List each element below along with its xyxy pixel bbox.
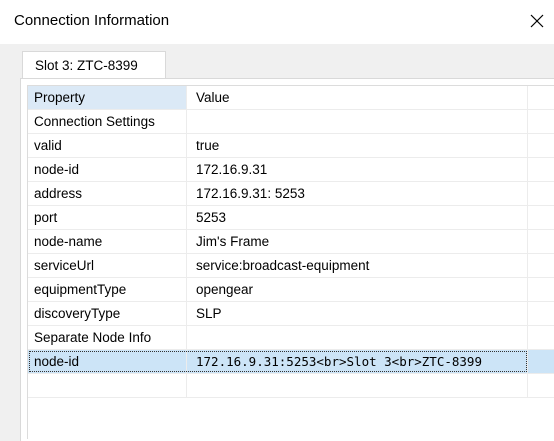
property-cell: discoveryType [28, 302, 187, 325]
spacer-cell [528, 254, 554, 277]
empty-cell [187, 374, 528, 397]
spacer-cell [528, 182, 554, 205]
table-row[interactable]: Separate Node Info [28, 326, 554, 350]
property-cell: equipmentType [28, 278, 187, 301]
empty-cell [528, 374, 554, 397]
dialog-client-area: Slot 3: ZTC-8399 Property Value Connecti… [0, 44, 554, 441]
window-title: Connection Information [14, 12, 170, 29]
close-button[interactable] [522, 6, 552, 36]
spacer-cell [528, 302, 554, 325]
property-cell: serviceUrl [28, 254, 187, 277]
property-cell: Separate Node Info [28, 326, 187, 349]
value-cell [187, 326, 528, 349]
table-row[interactable]: node-name Jim's Frame [28, 230, 554, 254]
property-cell: node-id [28, 350, 187, 373]
empty-row [28, 374, 554, 398]
property-grid[interactable]: Property Value Connection Settings valid t… [27, 85, 554, 439]
header-property[interactable]: Property [28, 86, 187, 109]
table-row[interactable]: port 5253 [28, 206, 554, 230]
property-cell: node-id [28, 158, 187, 181]
value-cell: true [187, 134, 528, 157]
spacer-cell [528, 326, 554, 349]
table-header-row: Property Value [28, 86, 554, 110]
empty-cell [28, 374, 187, 397]
title-bar: Connection Information [0, 0, 554, 44]
spacer-cell [528, 350, 554, 373]
value-cell: 5253 [187, 206, 528, 229]
property-cell: address [28, 182, 187, 205]
value-cell: service:broadcast-equipment [187, 254, 528, 277]
table-row[interactable]: address 172.16.9.31: 5253 [28, 182, 554, 206]
tab-slot-3[interactable]: Slot 3: ZTC-8399 [22, 51, 166, 78]
table-row[interactable]: node-id 172.16.9.31:5253<br>Slot 3<br>ZTC… [28, 350, 554, 374]
value-cell: 172.16.9.31 [187, 158, 528, 181]
spacer-cell [528, 230, 554, 253]
spacer-cell [528, 206, 554, 229]
header-spacer [528, 86, 554, 109]
value-cell: SLP [187, 302, 528, 325]
tab-panel: Property Value Connection Settings valid t… [20, 78, 554, 441]
spacer-cell [528, 134, 554, 157]
property-cell: Connection Settings [28, 110, 187, 133]
spacer-cell [528, 278, 554, 301]
value-cell: 172.16.9.31:5253<br>Slot 3<br>ZTC-8399 [187, 350, 528, 373]
spacer-cell [528, 110, 554, 133]
property-cell: port [28, 206, 187, 229]
table-row[interactable]: Connection Settings [28, 110, 554, 134]
close-icon [530, 14, 544, 28]
value-cell: 172.16.9.31: 5253 [187, 182, 528, 205]
value-cell: opengear [187, 278, 528, 301]
property-cell: node-name [28, 230, 187, 253]
table-row[interactable]: serviceUrl service:broadcast-equipment [28, 254, 554, 278]
spacer-cell [528, 158, 554, 181]
value-cell [187, 110, 528, 133]
property-cell: valid [28, 134, 187, 157]
header-value[interactable]: Value [187, 86, 528, 109]
table-row[interactable]: equipmentType opengear [28, 278, 554, 302]
value-cell: Jim's Frame [187, 230, 528, 253]
table-row[interactable]: valid true [28, 134, 554, 158]
table-row[interactable]: discoveryType SLP [28, 302, 554, 326]
table-row[interactable]: node-id 172.16.9.31 [28, 158, 554, 182]
